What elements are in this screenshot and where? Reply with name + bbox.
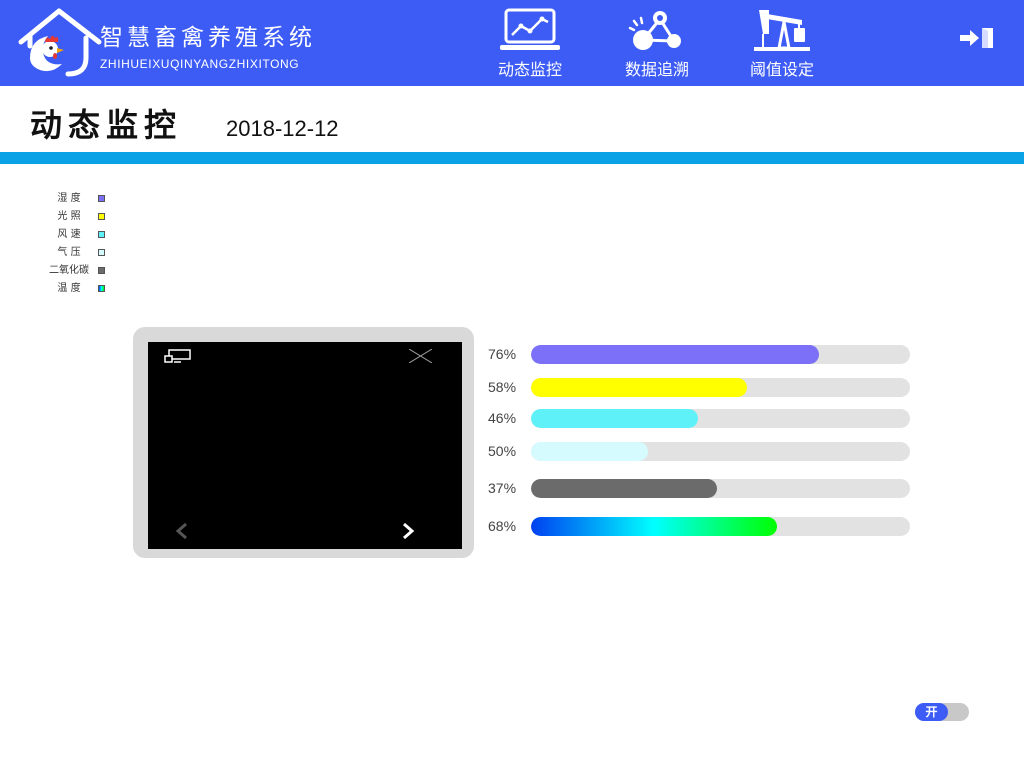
meter-fill [531,479,717,498]
legend-swatch [98,213,105,220]
close-icon[interactable] [409,349,432,363]
legend-item: 风 速 [40,228,120,242]
nav-threshold-settings[interactable]: 阈值设定 [727,0,837,86]
legend-label: 湿 度 [57,193,81,204]
power-toggle[interactable]: 开 [915,703,969,721]
app-title: 智慧畜禽养殖系统 [100,25,316,51]
video-screen[interactable] [148,342,462,549]
nav-label: 动态监控 [497,60,562,79]
legend-swatch [98,249,105,256]
legend-item: 气 压 [40,246,120,260]
chart-monitor-icon [500,8,560,50]
legend-label: 二氧化碳 [49,265,89,276]
meter-fill [531,378,748,397]
legend-swatch [98,231,105,238]
legend-label: 温 度 [57,283,81,294]
meter-fill [531,345,820,364]
top-header: 智慧畜禽养殖系统 ZHIHUEIXUQINYANGZHIXITONG 动态监控 … [0,0,1024,86]
cast-icon[interactable] [164,349,191,364]
meter-fill [531,442,649,461]
nav-label: 阈值设定 [749,60,814,79]
legend-item: 光 照 [40,210,120,224]
logout-icon[interactable] [960,27,994,49]
legend-item: 二氧化碳 [40,264,120,278]
page-title: 动态监控 [30,106,183,144]
meter-value-label: 46% [488,410,517,426]
legend-swatch [98,195,105,202]
chevron-left-icon[interactable] [174,522,190,540]
oil-pump-icon [754,10,810,51]
legend-label: 风 速 [57,229,81,240]
video-panel [133,327,474,558]
meter-fill [531,517,778,536]
nav-data-tracing[interactable]: 数据追溯 [602,0,712,86]
app-subtitle: ZHIHUEIXUQINYANGZHIXITONG [100,57,300,71]
temperature-meter [531,517,910,536]
legend-swatch [98,267,105,274]
meter-value-label: 50% [488,443,517,459]
chevron-right-icon[interactable] [400,522,416,540]
page-date: 2018-12-12 [226,116,339,141]
legend-label: 光 照 [57,211,81,222]
meter-value-label: 58% [488,379,517,395]
pressure-meter [531,442,910,461]
legend-item: 湿 度 [40,192,120,206]
toggle-knob: 开 [915,703,948,721]
co2-meter [531,479,910,498]
nav-label: 数据追溯 [624,60,689,79]
legend-swatch [98,285,105,292]
nav-dynamic-monitoring[interactable]: 动态监控 [475,0,585,86]
humidity-meter [531,345,910,364]
divider-stripe [0,152,1024,164]
rooster-house-logo [18,8,102,77]
meter-value-label: 68% [488,518,517,534]
legend-item: 温 度 [40,282,120,296]
network-icon [628,11,681,50]
meter-fill [531,409,698,428]
legend-label: 气 压 [57,247,81,258]
wind-speed-meter [531,409,910,428]
meter-value-label: 37% [488,480,517,496]
meter-value-label: 76% [488,346,517,362]
light-meter [531,378,910,397]
